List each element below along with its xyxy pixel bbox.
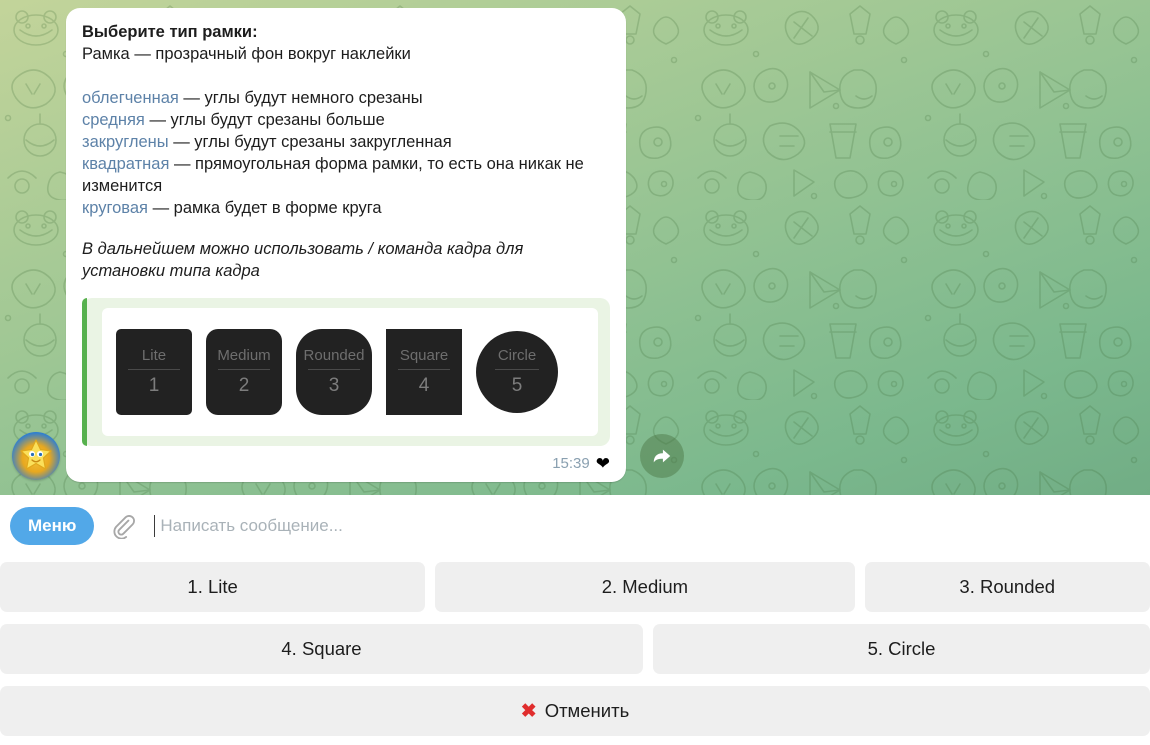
red-cross-icon: ✖ <box>520 700 537 722</box>
frame-shape-number: 4 <box>418 375 430 396</box>
forward-arrow-icon <box>653 449 671 463</box>
option-desc-0: — углы будут немного срезаны <box>178 89 423 107</box>
frame-preview-card[interactable]: Lite 1 Medium 2 Rounded 3 Square 4 Circl… <box>82 298 610 446</box>
paperclip-icon <box>113 514 136 539</box>
star-avatar-icon <box>20 439 52 470</box>
message-bubble[interactable]: Выберите тип рамки: Рамка — прозрачный фо… <box>66 8 626 482</box>
message-title: Выберите тип рамки: <box>82 23 258 41</box>
frame-shape-label: Square <box>399 347 449 364</box>
preview-image: Lite 1 Medium 2 Rounded 3 Square 4 Circl… <box>102 308 598 436</box>
menu-button[interactable]: Меню <box>10 506 95 545</box>
keyboard-row-3: ✖ Отменить <box>0 686 1150 745</box>
option-keyword-0: облегченная <box>82 89 179 107</box>
frame-shape-label: Medium <box>217 347 271 364</box>
keyboard-button-rounded[interactable]: 3. Rounded <box>864 562 1150 612</box>
telegram-chat-window: Выберите тип рамки: Рамка — прозрачный фо… <box>0 0 1150 745</box>
frame-shape-lite: Lite 1 <box>116 329 192 415</box>
message-input-wrap[interactable] <box>154 509 1150 543</box>
option-keyword-1: средняя <box>82 111 145 129</box>
message-composer: Меню <box>0 495 1150 557</box>
frame-shape-number: 5 <box>511 375 523 396</box>
heart-reaction-icon[interactable]: ❤ <box>596 455 610 472</box>
option-keyword-3: квадратная <box>82 155 170 173</box>
frame-shape-number: 3 <box>328 375 340 396</box>
option-desc-1: — углы будут срезаны больше <box>144 111 385 129</box>
option-keyword-4: круговая <box>82 199 148 217</box>
message-row: Выберите тип рамки: Рамка — прозрачный фо… <box>0 0 1150 495</box>
frame-shape-label: Circle <box>497 347 537 364</box>
message-input[interactable] <box>155 514 1150 537</box>
reply-keyboard: 1. Lite 2. Medium 3. Rounded 4. Square 5… <box>0 558 1150 745</box>
avatar[interactable] <box>12 432 60 480</box>
frame-shape-number: 2 <box>238 375 250 396</box>
keyboard-row-1: 1. Lite 2. Medium 3. Rounded <box>0 562 1150 624</box>
keyboard-button-medium[interactable]: 2. Medium <box>435 562 855 612</box>
frame-shape-square: Square 4 <box>386 329 462 415</box>
frame-shape-number: 1 <box>148 375 160 396</box>
keyboard-row-2: 4. Square 5. Circle <box>0 624 1150 686</box>
frame-shape-medium: Medium 2 <box>206 329 282 415</box>
frame-shape-label: Rounded <box>303 347 365 364</box>
option-keyword-2: закруглены <box>82 133 169 151</box>
frame-shape-rounded: Rounded 3 <box>296 329 372 415</box>
cancel-button-content: ✖ Отменить <box>521 700 629 723</box>
frame-shape-circle: Circle 5 <box>476 331 558 413</box>
option-desc-4: — рамка будет в форме круга <box>147 199 382 217</box>
message-note: В дальнейшем можно использовать / команд… <box>82 240 524 280</box>
preview-accent-bar <box>82 298 87 446</box>
message-timestamp: 15:39 <box>552 454 590 472</box>
frame-shape-label: Lite <box>141 347 167 364</box>
message-body: Выберите тип рамки: Рамка — прозрачный фо… <box>82 21 610 219</box>
attach-button[interactable] <box>108 511 138 541</box>
keyboard-button-square[interactable]: 4. Square <box>0 624 643 674</box>
keyboard-button-cancel[interactable]: ✖ Отменить <box>0 686 1150 736</box>
chat-background: Выберите тип рамки: Рамка — прозрачный фо… <box>0 0 1150 495</box>
message-meta: 15:39 ❤ <box>82 452 610 474</box>
keyboard-button-lite[interactable]: 1. Lite <box>0 562 426 612</box>
option-desc-2: — углы будут срезаны закругленная <box>168 133 452 151</box>
message-subtitle: Рамка — прозрачный фон вокруг наклейки <box>82 45 411 63</box>
cancel-button-label: Отменить <box>544 700 630 721</box>
keyboard-button-circle[interactable]: 5. Circle <box>653 624 1150 674</box>
forward-button[interactable] <box>640 434 684 478</box>
